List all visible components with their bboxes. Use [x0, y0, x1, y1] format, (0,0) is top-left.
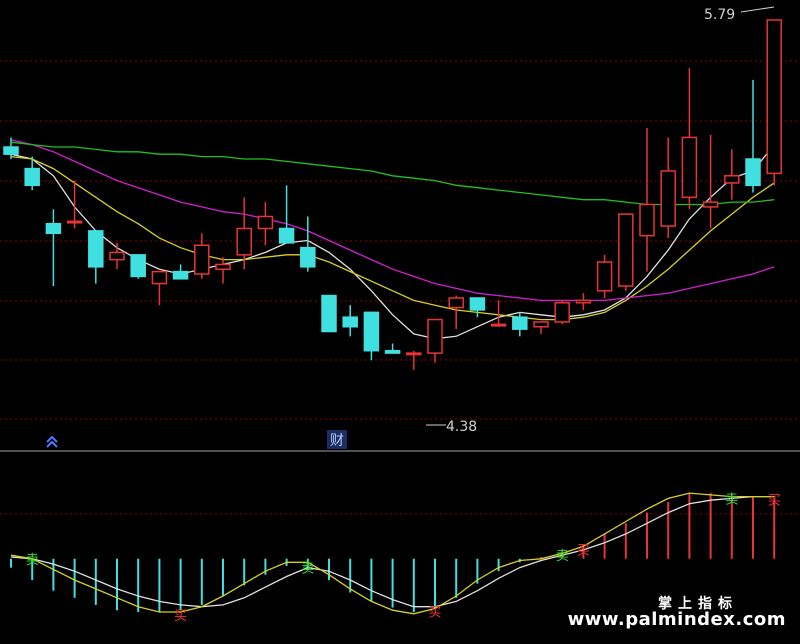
- candle-down: [512, 312, 528, 337]
- candle-body: [533, 321, 549, 328]
- buy-signal-mark: 买: [174, 609, 187, 624]
- candle-body: [575, 299, 592, 304]
- candle-up: [448, 295, 464, 330]
- candle-up: [618, 213, 634, 291]
- ma-line-white: [10, 144, 775, 340]
- sell-signal-mark: 卖: [301, 562, 314, 577]
- candle-up: [257, 202, 274, 246]
- watermark-url: www.palmindex.com: [567, 609, 786, 630]
- candle-body: [681, 136, 698, 199]
- candle-up: [151, 270, 168, 306]
- candle-body: [512, 316, 528, 330]
- candle-down: [45, 209, 62, 286]
- financial-report-badge: 财: [327, 430, 347, 449]
- candle-body: [490, 323, 507, 327]
- candle-down: [300, 216, 316, 272]
- candle-down: [321, 294, 337, 333]
- candle-up: [109, 242, 125, 270]
- candle-body: [45, 222, 62, 235]
- candle-body: [257, 215, 274, 230]
- candle-body: [618, 213, 634, 287]
- candle-body: [88, 230, 104, 268]
- candle-up: [596, 254, 613, 298]
- candle-body: [236, 227, 252, 256]
- candle-body: [639, 203, 655, 237]
- candle-down: [342, 305, 358, 337]
- candle-body: [66, 220, 83, 224]
- candle-body: [172, 270, 189, 280]
- candle-body: [745, 158, 761, 187]
- sell-signal-mark: 卖: [725, 492, 738, 507]
- candle-body: [24, 167, 40, 187]
- candle-body: [194, 244, 210, 275]
- sell-signal-mark: 卖: [556, 549, 569, 564]
- buy-signal-mark: 买: [428, 605, 441, 620]
- candle-body: [300, 246, 316, 268]
- candle-up: [490, 300, 507, 327]
- candle-up: [639, 127, 655, 272]
- candle-body: [215, 263, 231, 270]
- candle-down: [469, 297, 486, 318]
- financial-report-label: 财: [330, 433, 344, 449]
- candle-body: [342, 316, 358, 328]
- candle-down: [363, 311, 380, 361]
- candle-body: [427, 318, 443, 354]
- candle-up: [554, 300, 570, 325]
- candle-up: [533, 321, 549, 334]
- double-up-arrow-icon: [46, 435, 58, 448]
- candle-down: [745, 79, 761, 193]
- candle-down: [172, 264, 189, 280]
- high-price-annotation: 5.79: [704, 6, 775, 23]
- stock-chart: 买买买买卖卖卖卖 5.79 4.38 财: [0, 6, 800, 624]
- candle-up: [766, 19, 782, 186]
- candle-body: [278, 227, 295, 244]
- candle-body: [363, 311, 380, 352]
- candle-body: [151, 270, 168, 285]
- candle-up: [406, 350, 422, 370]
- candle-up: [66, 180, 83, 229]
- candle-down: [278, 185, 295, 244]
- candle-body: [130, 254, 146, 278]
- high-price-label: 5.79: [704, 7, 735, 23]
- low-price-annotation: 4.38: [426, 419, 477, 435]
- candle-up: [194, 233, 210, 279]
- buy-signal-mark: 买: [768, 494, 781, 509]
- candle-up: [681, 67, 698, 210]
- candle-up: [427, 318, 443, 363]
- candle-down: [88, 230, 104, 284]
- candle-body: [596, 261, 613, 292]
- candle-body: [469, 297, 486, 311]
- candle-up: [724, 149, 740, 200]
- candle-body: [3, 146, 19, 155]
- candle-up: [660, 137, 676, 239]
- candle-body: [554, 302, 570, 323]
- candle-body: [448, 297, 464, 309]
- candle-body: [321, 294, 337, 333]
- candle-body: [384, 349, 401, 354]
- candle-up: [215, 257, 231, 284]
- candle-body: [660, 170, 676, 227]
- candle-up: [575, 293, 592, 310]
- candle-down: [384, 343, 401, 354]
- candle-down: [130, 254, 146, 279]
- candle-body: [406, 352, 422, 356]
- ma-line-green: [10, 141, 775, 206]
- candle-body: [766, 19, 782, 175]
- high-price-arrow: [740, 6, 775, 13]
- candle-body: [109, 251, 125, 261]
- candle-up: [702, 135, 719, 229]
- grid-lines: [0, 60, 800, 515]
- candle-body: [724, 175, 740, 184]
- buy-signal-mark: 买: [577, 543, 590, 558]
- sell-signal-mark: 卖: [26, 553, 39, 568]
- price-panel: [3, 19, 782, 370]
- candle-body: [702, 201, 719, 208]
- low-price-label: 4.38: [446, 419, 477, 435]
